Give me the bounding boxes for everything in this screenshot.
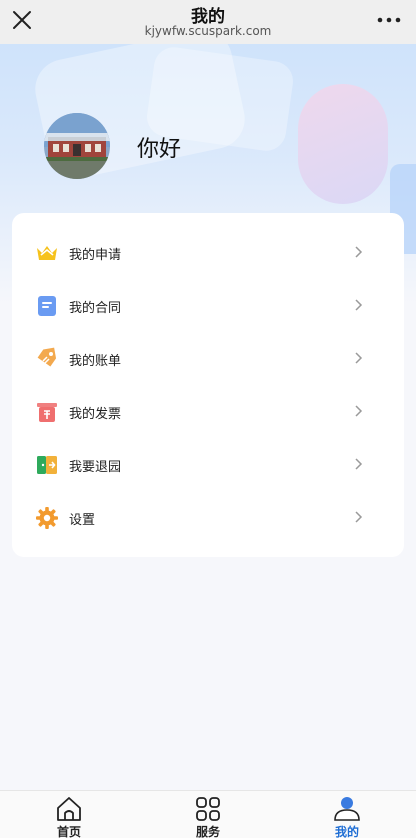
crown-icon <box>37 246 57 260</box>
tab-label: 首页 <box>56 825 81 838</box>
menu-item-label: 我的账单 <box>69 354 122 369</box>
tab-label: 服务 <box>195 825 220 838</box>
bottom-tab-bar: 首页 服务 我的 <box>0 790 416 838</box>
greeting-text: 你好 <box>137 137 182 162</box>
chevron-right-icon <box>355 299 363 311</box>
menu-item-label: 我要退园 <box>69 460 122 475</box>
chevron-right-icon <box>355 511 363 523</box>
document-icon <box>38 296 56 316</box>
chevron-right-icon <box>355 458 363 470</box>
page-url: kjywfw.scuspark.com <box>144 24 272 38</box>
tab-label: 我的 <box>334 825 359 838</box>
tab-services[interactable]: 服务 <box>168 791 248 838</box>
menu-item-invoices[interactable]: 我的发票 <box>12 386 404 439</box>
menu-item-exit-park[interactable]: 我要退园 <box>12 439 404 492</box>
menu-item-bills[interactable]: 我的账单 <box>12 333 404 386</box>
user-icon <box>334 797 360 821</box>
exit-door-icon <box>37 456 57 474</box>
tab-home[interactable]: 首页 <box>29 791 109 838</box>
decorative-shape <box>298 84 388 204</box>
tab-mine[interactable]: 我的 <box>307 791 387 838</box>
menu-item-contracts[interactable]: 我的合同 <box>12 280 404 333</box>
chevron-right-icon <box>355 405 363 417</box>
menu-item-label: 我的申请 <box>69 248 122 263</box>
more-options-icon[interactable] <box>376 10 402 30</box>
avatar-building-photo <box>44 113 110 179</box>
gear-icon <box>36 507 58 529</box>
menu-item-applications[interactable]: 我的申请 <box>12 227 404 280</box>
home-icon <box>57 797 81 821</box>
menu-card: 我的申请 我的合同 我的账单 我的发票 我要退园 设置 <box>12 213 404 557</box>
top-nav-bar: 我的 kjywfw.scuspark.com <box>0 0 416 44</box>
chevron-right-icon <box>355 246 363 258</box>
avatar[interactable] <box>44 113 110 179</box>
menu-item-label: 我的合同 <box>69 301 122 316</box>
menu-item-label: 设置 <box>69 513 96 528</box>
invoice-icon <box>37 403 57 422</box>
tag-icon <box>37 347 57 367</box>
grid-icon <box>196 797 220 821</box>
menu-item-label: 我的发票 <box>69 407 122 422</box>
chevron-right-icon <box>355 352 363 364</box>
menu-item-settings[interactable]: 设置 <box>12 492 404 545</box>
